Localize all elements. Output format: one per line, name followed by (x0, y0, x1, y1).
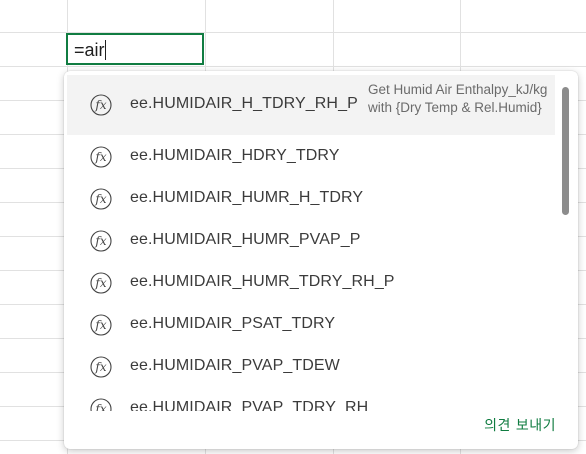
autocomplete-item[interactable]: fx ee.HUMIDAIR_PSAT_TDRY (67, 304, 555, 346)
svg-text:fx: fx (94, 150, 106, 164)
svg-text:fx: fx (94, 318, 106, 332)
function-fx-icon: fx (90, 146, 112, 168)
cell-formula-text[interactable]: =air (74, 40, 106, 61)
spreadsheet-canvas: =air fx ee.HUMIDAIR_H_TDRY_RH_P Get Humi… (0, 0, 586, 454)
function-fx-icon: fx (90, 272, 112, 294)
dropdown-scrollbar-thumb[interactable] (562, 87, 569, 215)
function-fx-icon: fx (90, 188, 112, 210)
function-name: ee.HUMIDAIR_H_TDRY_RH_P (130, 95, 358, 112)
function-fx-icon: fx (90, 94, 112, 116)
function-name: ee.HUMIDAIR_HUMR_PVAP_P (130, 231, 361, 248)
svg-text:fx: fx (94, 192, 106, 206)
text-caret (104, 40, 106, 60)
autocomplete-item[interactable]: fx ee.HUMIDAIR_HDRY_TDRY (67, 136, 555, 178)
send-feedback-link[interactable]: 의견 보내기 (484, 415, 556, 435)
function-name: ee.HUMIDAIR_PVAP_TDRY_RH (130, 399, 369, 411)
function-fx-icon: fx (90, 398, 112, 411)
autocomplete-item[interactable]: fx ee.HUMIDAIR_HUMR_H_TDRY (67, 178, 555, 220)
function-name: ee.HUMIDAIR_HUMR_H_TDRY (130, 189, 364, 206)
grid-row-line (0, 66, 586, 67)
function-name: ee.HUMIDAIR_HDRY_TDRY (130, 147, 340, 164)
function-fx-icon: fx (90, 356, 112, 378)
autocomplete-item[interactable]: fx ee.HUMIDAIR_HUMR_PVAP_P (67, 220, 555, 262)
function-name: ee.HUMIDAIR_HUMR_TDRY_RH_P (130, 273, 395, 290)
svg-text:fx: fx (94, 402, 106, 411)
svg-text:fx: fx (94, 360, 106, 374)
formula-autocomplete-dropdown: fx ee.HUMIDAIR_H_TDRY_RH_P Get Humid Air… (64, 71, 578, 449)
function-fx-icon: fx (90, 230, 112, 252)
function-description: Get Humid Air Enthalpy_kJ/kg with {Dry T… (368, 82, 548, 115)
autocomplete-item[interactable]: fx ee.HUMIDAIR_HUMR_TDRY_RH_P (67, 262, 555, 304)
autocomplete-list: fx ee.HUMIDAIR_H_TDRY_RH_P Get Humid Air… (64, 71, 564, 411)
function-name: ee.HUMIDAIR_PVAP_TDEW (130, 357, 340, 374)
active-cell-editor[interactable]: =air (66, 33, 204, 65)
autocomplete-item[interactable]: fx ee.HUMIDAIR_PVAP_TDEW (67, 346, 555, 388)
svg-text:fx: fx (94, 276, 106, 290)
function-name: ee.HUMIDAIR_PSAT_TDRY (130, 315, 336, 332)
autocomplete-item[interactable]: fx ee.HUMIDAIR_PVAP_TDRY_RH (67, 388, 555, 411)
svg-text:fx: fx (94, 98, 106, 112)
function-fx-icon: fx (90, 314, 112, 336)
svg-text:fx: fx (94, 234, 106, 248)
autocomplete-item[interactable]: fx ee.HUMIDAIR_H_TDRY_RH_P Get Humid Air… (67, 75, 555, 135)
